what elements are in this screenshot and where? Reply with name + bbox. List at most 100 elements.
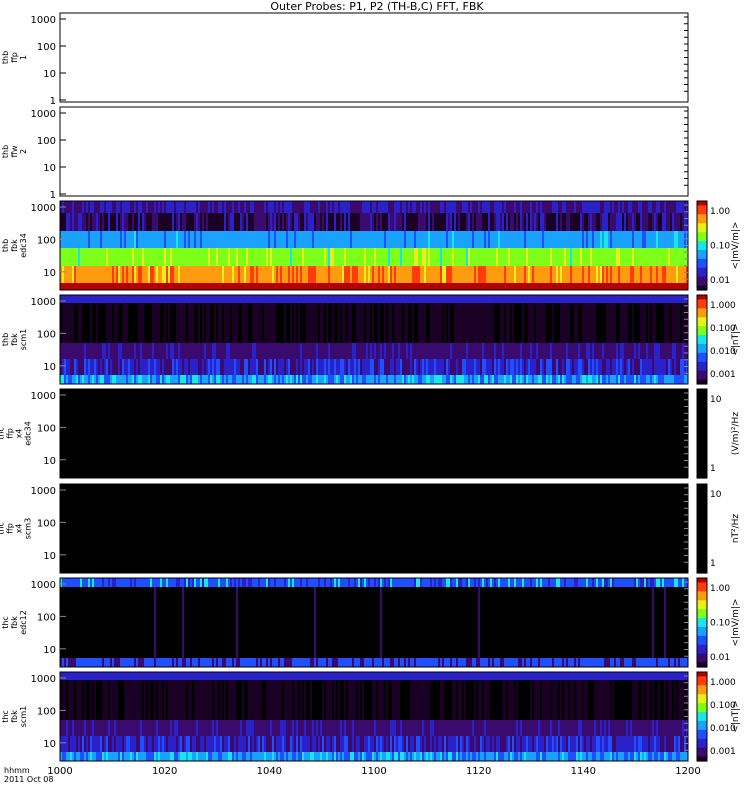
spectrogram-cell (150, 343, 152, 359)
spectrogram-cell (520, 266, 522, 283)
spectrogram-cell (310, 680, 312, 720)
spectrogram-cell (678, 213, 680, 231)
spectrogram-cell (626, 343, 628, 359)
spectrogram-cell (498, 303, 500, 343)
spectrogram-cell (130, 283, 132, 290)
spectrogram-cell (666, 283, 668, 290)
spectrogram-cell (102, 359, 104, 375)
spectrogram-cell (548, 343, 550, 359)
spectrogram-cell (300, 248, 302, 266)
spectrogram-cell (76, 658, 78, 667)
spectrogram-cell (442, 213, 444, 231)
spectrogram-cell (272, 578, 274, 587)
spectrogram-cell (530, 375, 532, 384)
spectrogram-cell (500, 578, 502, 587)
spectrogram-cell (514, 343, 516, 359)
spectrogram-cell (550, 672, 552, 680)
spectrogram-cell (290, 201, 292, 213)
spectrogram-cell (72, 343, 74, 359)
spectrogram-cell (264, 231, 266, 248)
spectrogram-cell (656, 359, 658, 375)
spectrogram-cell (286, 231, 288, 248)
spectrogram-cell (540, 375, 542, 384)
spectrogram-cell (142, 266, 144, 283)
spectrogram-cell (562, 672, 564, 680)
spectrogram-cell (588, 295, 590, 303)
spectrogram-cell (458, 658, 460, 667)
spectrogram-cell (486, 578, 488, 587)
spectrogram-cell (262, 231, 264, 248)
spectrogram-cell (298, 266, 300, 283)
spectrogram-cell (346, 658, 348, 667)
spectrogram-cell (526, 295, 528, 303)
spectrogram-cell (144, 303, 146, 343)
spectrogram-cell (250, 375, 252, 384)
spectrogram-cell (454, 295, 456, 303)
spectrogram-cell (390, 283, 392, 290)
spectrogram-cell (368, 359, 370, 375)
spectrogram-cell (368, 213, 370, 231)
spectrogram-cell (478, 213, 480, 231)
spectrogram-cell (178, 248, 180, 266)
spectrogram-cell (630, 213, 632, 231)
spectrogram-cell (190, 658, 192, 667)
spectrogram-cell (336, 231, 338, 248)
spectrogram-cell (354, 295, 356, 303)
spectrogram-cell (268, 672, 270, 680)
spectrogram-cell (264, 303, 266, 343)
spectrogram-cell (284, 283, 286, 290)
spectrogram-cell (82, 680, 84, 720)
spectrogram-cell (122, 266, 124, 283)
spectrogram-cell (406, 375, 408, 384)
spectrogram-cell (104, 375, 106, 384)
spectrogram-cell (616, 248, 618, 266)
spectrogram-cell (328, 578, 330, 587)
spectrogram-cell (250, 248, 252, 266)
spectrogram-cell (444, 658, 446, 667)
spectrogram-cell (328, 201, 330, 213)
spectrogram-cell (496, 213, 498, 231)
spectrogram-cell (406, 283, 408, 290)
spectrogram-cell (272, 266, 274, 283)
spectrogram-cell (298, 201, 300, 213)
spectrogram-cell (174, 359, 176, 375)
spectrogram-cell (326, 343, 328, 359)
spectrogram-cell (220, 658, 222, 667)
spectrogram-cell (162, 283, 164, 290)
spectrogram-cell (372, 213, 374, 231)
spectrogram-cell (426, 359, 428, 375)
spectrogram-cell (664, 283, 666, 290)
spectrogram-cell (94, 213, 96, 231)
spectrogram-cell (492, 295, 494, 303)
spectrogram-cell (264, 578, 266, 587)
spectrogram-cell (616, 359, 618, 375)
spectrogram-cell (154, 295, 156, 303)
spectrogram-cell (556, 201, 558, 213)
spectrogram-cell (110, 266, 112, 283)
spectrogram-cell (156, 295, 158, 303)
spectrogram-cell (432, 295, 434, 303)
spectrogram-cell (508, 248, 510, 266)
spectrogram-cell (276, 672, 278, 680)
band-cyan (60, 375, 688, 384)
spectrogram-cell (260, 231, 262, 248)
spectrogram-cell (180, 295, 182, 303)
spectrogram-cell (210, 658, 212, 667)
spectrogram-cell (650, 578, 652, 587)
spectrogram-cell (444, 375, 446, 384)
spectrogram-cell (226, 658, 228, 667)
spectrogram-cell (546, 295, 548, 303)
spectrogram-cell (578, 231, 580, 248)
spectrogram-cell (586, 295, 588, 303)
spectrogram-cell (448, 213, 450, 231)
spectrogram-cell (224, 672, 226, 680)
spectrogram-cell (602, 343, 604, 359)
spectrogram-cell (370, 672, 372, 680)
spectrogram-cell (340, 231, 342, 248)
spectrogram-cell (426, 343, 428, 359)
spectrogram-cell (672, 359, 674, 375)
spectrogram-cell (148, 680, 150, 720)
spectrogram-cell (362, 680, 364, 720)
spectrogram-cell (476, 359, 478, 375)
spectrogram-cell (414, 213, 416, 231)
